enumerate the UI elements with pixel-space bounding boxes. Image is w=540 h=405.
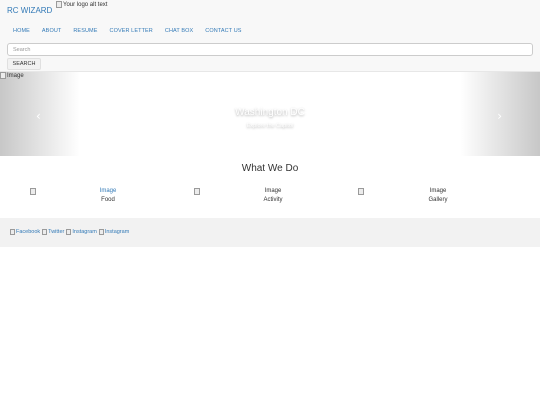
broken-image-icon [30,188,36,195]
service-image-alt[interactable]: Image [100,188,117,194]
twitter-label: Twitter [48,229,65,235]
nav-contact-us[interactable]: CONTACT US [205,28,241,34]
nav-menu: HOME ABOUT RESUME COVER LETTER CHAT BOX … [13,28,242,34]
carousel-caption-title: Washington DC [235,107,305,118]
instagram-link-2[interactable]: Instagram [98,229,130,235]
instagram-icon [66,229,72,235]
service-image-alt: Image [429,188,447,194]
service-label: Gallery [428,197,448,203]
carousel-caption-subtitle: Explore the Capitol [246,123,294,129]
broken-image-icon [194,188,200,195]
search-button[interactable]: SEARCH [7,58,41,70]
service-image-alt: Image [264,188,282,194]
nav-home[interactable]: HOME [13,28,30,34]
broken-image-icon [0,72,6,79]
service-label: Activity [263,197,283,203]
service-food: Image Food [23,188,193,203]
carousel: Image ‹ Washington DC Explore the Capito… [0,72,540,156]
service-activity: Image Activity [188,188,358,203]
footer: Facebook Twitter Instagram Instagram [0,218,540,247]
social-links: Facebook Twitter Instagram Instagram [10,229,129,235]
search-input[interactable] [7,43,533,56]
instagram-label: Instagram [104,229,130,235]
nav-cover-letter[interactable]: COVER LETTER [110,28,153,34]
service-gallery: Image Gallery [353,188,523,203]
carousel-next-button[interactable]: › [460,72,540,156]
chevron-right-icon: › [497,109,502,123]
broken-image-icon [56,1,62,8]
service-image: Image [188,188,358,196]
instagram-link[interactable]: Instagram [66,229,97,235]
facebook-icon [10,229,15,235]
carousel-image: Image [0,72,24,79]
twitter-link[interactable]: Twitter [42,229,64,235]
twitter-icon [42,229,48,235]
nav-about[interactable]: ABOUT [42,28,61,34]
service-label: Food [101,197,115,203]
service-image: Image [353,188,523,196]
facebook-link[interactable]: Facebook [10,229,40,235]
navbar: RC WIZARD Your logo alt text HOME ABOUT … [0,0,540,72]
services-title: What We Do [241,163,299,174]
carousel-image-alt: Image [7,72,24,79]
broken-image-icon [358,188,364,195]
service-image: Image [23,188,193,196]
facebook-label: Facebook [16,229,41,235]
brand-link[interactable]: RC WIZARD [7,6,52,15]
logo-alt-text: Your logo alt text [63,1,108,8]
instagram-label: Instagram [72,229,97,235]
instagram-icon [98,229,104,235]
nav-chat-box[interactable]: CHAT BOX [165,28,193,34]
logo-image: Your logo alt text [56,1,107,8]
nav-resume[interactable]: RESUME [73,28,97,34]
